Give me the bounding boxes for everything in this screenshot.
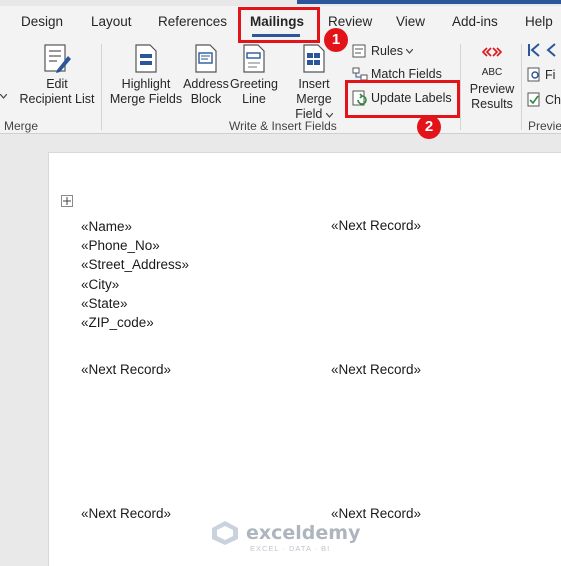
preview-label-1: Preview [469,82,515,96]
address-label-2: Block [190,92,222,106]
chevron-down-icon [325,112,334,118]
check-errors-icon [527,92,540,107]
ribbon-separator-2 [460,44,461,130]
preview-abc-text: ABC [481,67,503,78]
watermark-brand: exceldemy [246,522,361,544]
address-block-icon [194,44,218,74]
edit-recipient-list-button[interactable]: Edit Recipient List [17,44,97,107]
find-recipient-label: Fi [545,67,556,82]
group-label-start-merge: Merge [4,119,39,133]
greeting-label-2: Line [242,92,266,106]
word-window: { "tabs": ["Design", "Layout", "Referenc… [0,0,561,566]
exceldemy-logo-icon [212,521,238,545]
tab-view[interactable]: View [396,14,425,29]
document-area: «Name» «Phone_No» «Street_Address» «City… [0,134,561,566]
merge-field-city: «City» [81,277,120,292]
annotation-box-update-labels [345,80,460,118]
address-label-1: Address [183,77,229,91]
insert-merge-label-1: Insert Merge [296,77,332,106]
annotation-badge-1: 1 [324,28,348,52]
insert-merge-field-button[interactable]: Insert Merge Field [279,44,349,122]
title-bar-accent [297,0,561,4]
rules-icon [352,44,366,58]
tab-review[interactable]: Review [328,14,372,29]
edit-list-icon [43,44,71,74]
next-record-field: «Next Record» [331,362,422,377]
document-page[interactable]: «Name» «Phone_No» «Street_Address» «City… [48,152,561,566]
group-label-preview: Previe [528,119,561,133]
merge-field-street: «Street_Address» [81,257,190,272]
highlight-label-2: Merge Fields [109,92,183,106]
ribbon-mailings: Edit Recipient List Merge Highlight Merg… [0,38,561,134]
find-recipient-button[interactable]: Fi [527,67,555,82]
group-label-write-insert: Write & Insert Fields [229,119,337,133]
first-record-button[interactable] [527,42,557,58]
merge-field-state: «State» [81,296,128,311]
annotation-box-mailings [238,7,320,43]
tab-layout[interactable]: Layout [91,14,132,29]
ribbon-separator [101,44,102,130]
edit-recipient-label-2: Recipient List [19,92,95,106]
table-move-handle-icon[interactable] [61,195,73,207]
match-fields-button[interactable]: Match Fields [352,67,442,81]
tab-add-ins[interactable]: Add-ins [452,14,498,29]
annotation-badge-2: 2 [417,115,441,139]
start-merge-chevron[interactable] [0,94,7,99]
highlight-fields-icon [134,44,158,74]
greeting-line-icon [242,44,266,74]
edit-recipient-label-1: Edit [46,77,68,91]
match-fields-icon [352,67,368,81]
greeting-label-1: Greeting [230,77,278,91]
watermark-tagline: EXCEL · DATA · BI [250,544,331,553]
rules-label: Rules [371,44,403,58]
merge-field-phone: «Phone_No» [81,238,160,253]
preview-results-button[interactable]: ABC Preview Results [466,44,518,112]
insert-merge-field-icon [302,44,326,74]
merge-field-zip: «ZIP_code» [81,315,154,330]
merge-field-name: «Name» [81,219,133,234]
exceldemy-watermark: exceldemy EXCEL · DATA · BI [210,520,361,553]
address-block-button[interactable]: Address Block [182,44,230,107]
find-recipient-icon [527,67,540,82]
next-record-field: «Next Record» [81,506,172,521]
rules-button[interactable]: Rules [352,44,413,58]
check-errors-label: Ch [545,92,561,107]
next-record-field: «Next Record» [331,506,422,521]
tab-design[interactable]: Design [21,14,63,29]
highlight-label-1: Highlight [121,77,171,91]
preview-label-2: Results [471,97,513,111]
rules-chevron-icon [405,48,413,54]
next-record-field: «Next Record» [331,218,422,233]
check-errors-button[interactable]: Ch [527,92,561,107]
highlight-merge-fields-button[interactable]: Highlight Merge Fields [109,44,183,107]
match-fields-label: Match Fields [371,67,442,81]
tab-help[interactable]: Help [525,14,553,29]
next-record-field: «Next Record» [81,362,172,377]
tab-references[interactable]: References [158,14,227,29]
first-record-icon [528,43,556,57]
greeting-line-button[interactable]: Greeting Line [228,44,280,107]
ribbon-separator-3 [521,44,522,130]
